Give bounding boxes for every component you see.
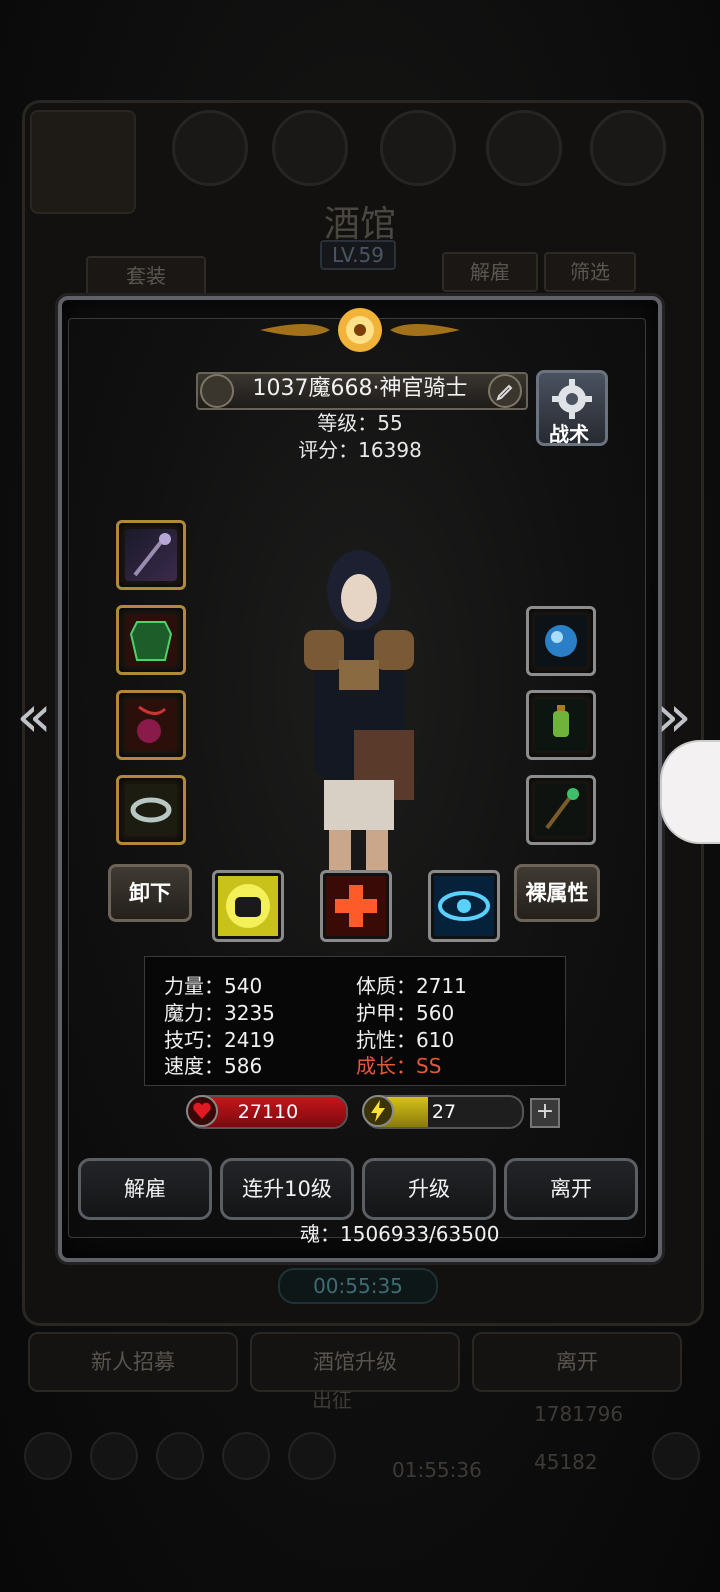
bottom-nav-icon: [652, 1432, 700, 1480]
soul-counter: 魂：1506933/63500: [300, 1222, 500, 1246]
wand-icon: [535, 784, 587, 836]
hero-name: 1037魔668·神官骑士: [252, 376, 468, 401]
skill-fist[interactable]: [212, 870, 284, 942]
expedition-label: 出征: [312, 1388, 352, 1412]
equip-slot-armor[interactable]: [116, 605, 186, 675]
stat-growth: 成长：SS: [356, 1054, 442, 1078]
stat-strength: 力量：540: [164, 974, 263, 998]
stat-constitution: 体质：2711: [356, 974, 467, 998]
equip-slot-ring[interactable]: [116, 775, 186, 845]
skill-heal[interactable]: [320, 870, 392, 942]
bottom-nav-icon: [156, 1432, 204, 1480]
recruit-button: 新人招募: [28, 1332, 238, 1392]
orb-icon: [535, 615, 587, 667]
tavern-hero-orb: [590, 110, 666, 186]
lightning-icon: [362, 1095, 394, 1127]
gold-amount: 1781796: [534, 1402, 624, 1426]
seal-icon: [200, 374, 234, 408]
equip-slot-wand[interactable]: [526, 775, 596, 845]
equip-slot-orb[interactable]: [526, 606, 596, 676]
armor-icon: [125, 614, 177, 666]
edit-icon[interactable]: [488, 374, 522, 408]
stat-armor: 护甲：560: [356, 1001, 455, 1025]
gear-icon: [552, 379, 592, 419]
bottom-nav-icon: [90, 1432, 138, 1480]
equip-slot-amulet[interactable]: [116, 690, 186, 760]
tavern-upgrade-button: 酒馆升级: [250, 1332, 460, 1392]
next-hero-arrow-icon[interactable]: »: [648, 686, 700, 746]
tavern-dismiss-button: 解雇: [442, 252, 538, 292]
tavern-level: LV.59: [320, 240, 396, 270]
stat-skill: 技巧：2419: [164, 1028, 275, 1052]
prev-hero-arrow-icon[interactable]: «: [8, 686, 60, 746]
gem-amount: 45182: [534, 1450, 598, 1474]
bottom-nav-icon: [24, 1432, 72, 1480]
tavern-hero-orb: [380, 110, 456, 186]
hero-score: 评分：16398: [298, 438, 422, 462]
ring-icon: [125, 784, 177, 836]
unequip-button[interactable]: 卸下: [108, 864, 192, 922]
tavern-avatar: [30, 110, 136, 214]
skill-eye[interactable]: [428, 870, 500, 942]
bottom-nav-icon: [288, 1432, 336, 1480]
eye-icon: [434, 876, 494, 936]
lantern-icon: [535, 699, 587, 751]
tavern-hero-orb: [172, 110, 248, 186]
dismiss-button[interactable]: 解雇: [78, 1158, 212, 1220]
bare-stats-button[interactable]: 裸属性: [514, 864, 600, 922]
tavern-hero-orb: [272, 110, 348, 186]
upgrade-button[interactable]: 升级: [362, 1158, 496, 1220]
stat-resistance: 抗性：610: [356, 1028, 455, 1052]
heart-icon: [186, 1095, 218, 1127]
set-button: 套装: [86, 256, 206, 296]
stat-magic: 魔力：3235: [164, 1001, 275, 1025]
equip-slot-staff[interactable]: [116, 520, 186, 590]
staff-icon: [125, 529, 177, 581]
filter-button: 筛选: [544, 252, 636, 292]
sun-emblem-icon: [260, 308, 460, 352]
tactic-label: 战术: [549, 422, 589, 446]
stat-speed: 速度：586: [164, 1054, 263, 1078]
floating-assistant-bubble[interactable]: [660, 740, 720, 844]
tavern-hero-orb: [486, 110, 562, 186]
gift-timer: 01:55:36: [392, 1458, 482, 1482]
amulet-icon: [125, 699, 177, 751]
bottom-nav-icon: [222, 1432, 270, 1480]
leave-button[interactable]: 离开: [504, 1158, 638, 1220]
upgrade-10-button[interactable]: 连升10级: [220, 1158, 354, 1220]
fist-icon: [218, 876, 278, 936]
tavern-timer: 00:55:35: [278, 1268, 438, 1304]
equip-slot-lantern[interactable]: [526, 690, 596, 760]
add-energy-button[interactable]: +: [530, 1098, 560, 1128]
heal-cross-icon: [326, 876, 386, 936]
tavern-leave-button: 离开: [472, 1332, 682, 1392]
hero-level: 等级：55: [317, 411, 403, 435]
